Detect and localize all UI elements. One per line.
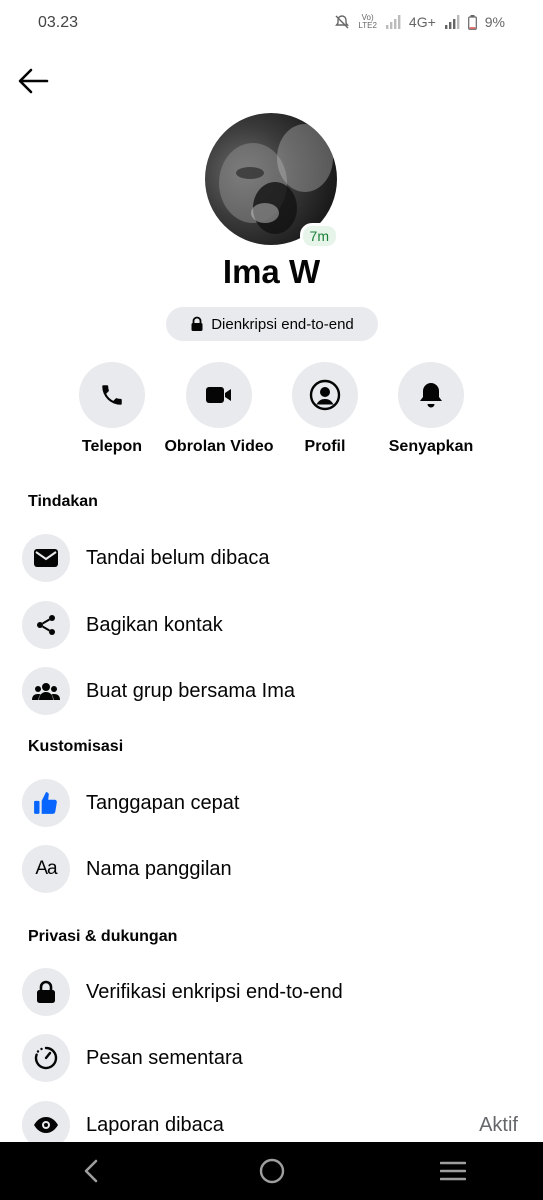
timer-icon [34, 1046, 58, 1070]
signal-icon [385, 15, 401, 29]
menu-item-label: Tanggapan cepat [86, 791, 240, 814]
battery-icon [467, 14, 477, 30]
menu-item-create-group[interactable]: Buat grup bersama Ima [0, 663, 543, 719]
menu-item-nicknames[interactable]: Aa Nama panggilan [0, 841, 543, 897]
menu-item-label: Verifikasi enkripsi end-to-end [86, 980, 343, 1003]
menu-item-label: Tandai belum dibaca [86, 546, 270, 569]
call-button[interactable] [79, 362, 145, 428]
menu-item-label: Laporan dibaca [86, 1113, 224, 1136]
nav-home-button[interactable] [242, 1142, 302, 1200]
menu-item-label: Buat grup bersama Ima [86, 679, 295, 702]
thumbs-up-icon [34, 792, 57, 814]
eye-icon [34, 1117, 58, 1133]
envelope-icon [34, 549, 58, 567]
phone-icon [102, 385, 122, 405]
nav-recents-button[interactable] [423, 1142, 483, 1200]
row-icon-bg [22, 601, 70, 649]
nav-back-button[interactable] [61, 1142, 121, 1200]
profile-avatar[interactable]: 7m [205, 113, 339, 249]
row-icon-bg: Aa [22, 845, 70, 893]
share-icon [37, 615, 55, 635]
system-nav-bar [0, 1142, 543, 1200]
menu-item-label: Pesan sementara [86, 1046, 243, 1069]
row-icon-bg [22, 1034, 70, 1082]
mute-action[interactable]: Senyapkan [366, 362, 496, 456]
menu-item-share-contact[interactable]: Bagikan kontak [0, 597, 543, 653]
mute-button[interactable] [398, 362, 464, 428]
section-title-privacy: Privasi & dukungan [28, 928, 178, 945]
home-circle-icon [259, 1158, 284, 1184]
menu-item-quick-reaction[interactable]: Tanggapan cepat [0, 775, 543, 831]
back-arrow-icon [18, 68, 49, 94]
active-status-badge: 7m [299, 223, 339, 249]
mute-label: Senyapkan [388, 438, 474, 455]
read-receipts-value: Aktif [479, 1113, 518, 1136]
menu-lines-icon [439, 1161, 466, 1181]
lock-icon [37, 980, 55, 1003]
status-bar: 03.23 Vo) LTE2 4G+ 9% [0, 0, 543, 48]
status-icons: Vo) LTE2 4G+ 9% [334, 14, 505, 30]
call-label: Telepon [81, 438, 143, 455]
menu-item-mark-unread[interactable]: Tandai belum dibaca [0, 530, 543, 586]
row-icon-bg [22, 667, 70, 715]
profile-button[interactable] [292, 362, 358, 428]
menu-item-disappearing-messages[interactable]: Pesan sementara [0, 1030, 543, 1086]
network-type: 4G+ [408, 14, 436, 30]
row-icon-bg [22, 779, 70, 827]
battery-level: 9% [484, 14, 505, 30]
menu-item-label: Nama panggilan [86, 857, 232, 880]
lock-icon [191, 316, 203, 331]
status-time: 03.23 [38, 14, 79, 31]
signal-strong-icon [444, 15, 460, 29]
profile-icon [309, 379, 341, 411]
mute-icon [334, 14, 350, 30]
profile-label: Profil [304, 438, 346, 455]
section-title-customization: Kustomisasi [28, 738, 124, 755]
back-button[interactable] [14, 62, 52, 100]
profile-name: Ima W [222, 253, 321, 290]
row-icon-bg [22, 968, 70, 1016]
video-camera-icon [206, 387, 231, 403]
encryption-pill[interactable]: Dienkripsi end-to-end [166, 307, 378, 341]
bell-icon [420, 383, 442, 408]
menu-item-label: Bagikan kontak [86, 613, 223, 636]
encryption-label: Dienkripsi end-to-end [211, 315, 354, 333]
section-title-actions: Tindakan [28, 493, 98, 510]
chevron-left-icon [84, 1159, 97, 1183]
video-call-button[interactable] [186, 362, 252, 428]
video-call-label: Obrolan Video [164, 438, 274, 455]
text-aa-icon: Aa [35, 858, 57, 879]
row-icon-bg [22, 534, 70, 582]
volte-icon: Vo) LTE2 [358, 13, 377, 30]
group-icon [32, 683, 60, 700]
menu-item-verify-encryption[interactable]: Verifikasi enkripsi end-to-end [0, 964, 543, 1020]
